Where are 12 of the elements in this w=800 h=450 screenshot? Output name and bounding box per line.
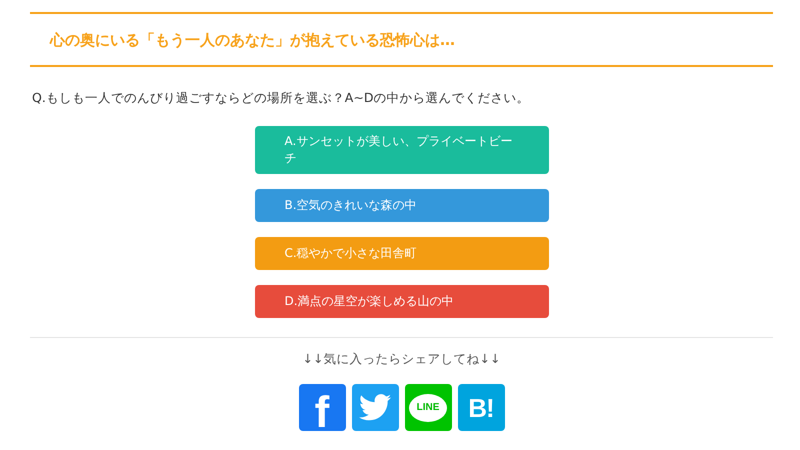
question-text: Q.もしも一人でのんびり過ごすならどの場所を選ぶ？A~Dの中から選んでください。	[32, 89, 530, 107]
answer-button[interactable]: C.穏やかで小さな田舎町	[254, 237, 548, 270]
bird-icon	[359, 394, 391, 421]
section-heading: 心の奥にいる「もう一人のあなた」が抱えている恐怖心は…	[30, 12, 773, 67]
answer-button[interactable]: D.満点の星空が楽しめる山の中	[254, 285, 548, 318]
facebook-button[interactable]: f	[298, 384, 346, 431]
hatena-button[interactable]: B!	[458, 384, 504, 431]
twitter-button[interactable]	[352, 384, 398, 431]
answer-button[interactable]: A.サンセットが美しい、プライベートビーチ	[254, 126, 548, 174]
answer-button[interactable]: B.空気のきれいな森の中	[254, 189, 548, 222]
share-prompt: ↓↓気に入ったらシェアしてね↓↓	[302, 350, 502, 368]
line-button[interactable]: LINE	[404, 384, 452, 431]
